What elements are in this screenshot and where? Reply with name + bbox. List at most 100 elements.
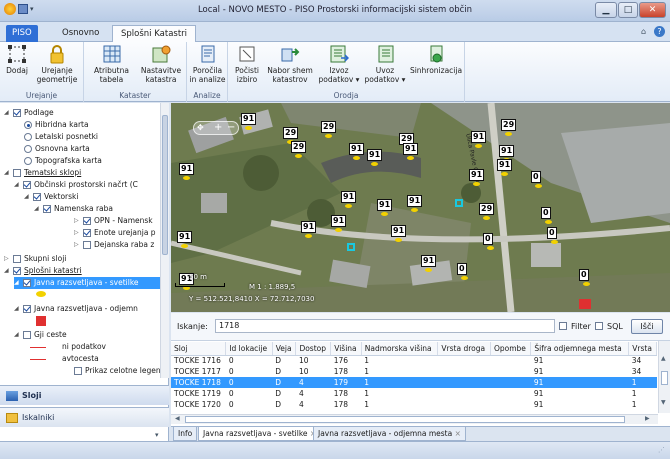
checkbox[interactable] (23, 305, 31, 313)
grid-horizontal-scrollbar[interactable]: ◀ ▶ (171, 414, 658, 424)
lamp-point[interactable] (411, 208, 418, 212)
expand-icon[interactable]: ◢ (4, 107, 11, 119)
layer-tematski[interactable]: ◢ Tematski sklopi (4, 167, 81, 179)
porocila-button[interactable]: Poročila in analize (188, 44, 227, 84)
ribbon-minimize-icon[interactable]: ⌂ (641, 27, 646, 36)
checkbox[interactable] (83, 241, 91, 249)
sinhronizacija-button[interactable]: Sinhronizacija (409, 44, 463, 75)
layer-opn[interactable]: ▷ OPN - Namensk (74, 215, 153, 227)
lamp-point[interactable] (501, 172, 508, 176)
tab-svetilke[interactable]: Javna razsvetljava - svetilke × (198, 427, 322, 441)
lamp-point[interactable] (325, 134, 332, 138)
layer-svetilke[interactable]: ◢ Javna razsvetljava - svetilke (14, 277, 160, 289)
izvoz-podatkov-button[interactable]: Izvoz podatkov ▾ (318, 44, 360, 84)
layer-enote[interactable]: ▷ Enote urejanja p (74, 227, 156, 239)
column-header[interactable]: Opombe (490, 342, 532, 356)
radio[interactable] (24, 157, 32, 165)
layer-hibridna[interactable]: Hibridna karta (24, 119, 89, 131)
lamp-point[interactable] (353, 156, 360, 160)
checkbox[interactable] (83, 229, 91, 237)
column-header[interactable]: Vrsta droga (437, 342, 491, 356)
layer-tree-scrollbar[interactable] (160, 103, 169, 378)
layer-gji[interactable]: ◢ Gji ceste (14, 329, 67, 341)
expand-icon[interactable]: ◢ (14, 179, 21, 191)
checkbox[interactable] (23, 279, 31, 287)
column-header[interactable]: Šifra odjemnega mesta (530, 342, 630, 356)
expand-icon[interactable]: ◢ (34, 203, 41, 215)
layer-podlage[interactable]: ◢ Podlage (4, 107, 54, 119)
column-header[interactable]: Id lokacije (225, 342, 273, 356)
checkbox[interactable] (74, 367, 82, 375)
column-header[interactable]: Sloj (171, 342, 227, 356)
tab-osnovno[interactable]: Osnovno (54, 25, 107, 42)
lamp-point[interactable] (425, 268, 432, 272)
tab-odjemna-mesta[interactable]: Javna razsvetljava - odjemna mesta × (313, 427, 466, 441)
lamp-point[interactable] (395, 238, 402, 242)
checkbox[interactable] (13, 109, 21, 117)
expand-icon[interactable]: ◢ (14, 277, 21, 289)
layer-topografska[interactable]: Topografska karta (24, 155, 102, 167)
atributna-tabela-button[interactable]: Atributna tabela (89, 44, 134, 84)
lamp-point[interactable] (545, 220, 552, 224)
column-header[interactable]: Vrsta (628, 342, 657, 356)
search-input[interactable]: 1718 (215, 319, 555, 333)
selected-point-marker-2[interactable] (347, 243, 355, 251)
urejanje-geometrije-button[interactable]: Urejanje geometrije (34, 44, 80, 84)
radio[interactable] (24, 121, 32, 129)
expand-icon[interactable]: ◢ (14, 303, 21, 315)
expand-icon[interactable]: ◢ (4, 167, 11, 179)
checkbox[interactable] (13, 267, 21, 275)
minimize-button[interactable]: ▁ (595, 2, 617, 18)
uvoz-podatkov-button[interactable]: Uvoz podatkov ▾ (364, 44, 406, 84)
checkbox[interactable] (13, 169, 21, 177)
isci-button[interactable]: Išči (631, 319, 663, 334)
lamp-point[interactable] (505, 132, 512, 136)
expand-icon[interactable]: ▷ (74, 239, 81, 251)
grid-vertical-scrollbar[interactable]: ▲ ▼ (658, 341, 670, 413)
pocisti-izbiro-button[interactable]: Počisti izbiro (232, 44, 262, 84)
checkbox[interactable] (33, 193, 41, 201)
table-row[interactable]: TOCKE 1717 0 D 10 178 1 91 34 (171, 366, 657, 377)
zoom-in-icon[interactable]: + (214, 122, 222, 133)
lamp-point[interactable] (461, 276, 468, 280)
tab-splosni-katastri[interactable]: Splošni Katastri (112, 25, 197, 43)
lamp-point[interactable] (475, 144, 482, 148)
checkbox[interactable] (23, 331, 31, 339)
pan-icon[interactable]: ✥ (197, 123, 204, 132)
column-header[interactable]: Dostop (295, 342, 332, 356)
close-button[interactable]: ✕ (639, 2, 666, 18)
layer-osnovna[interactable]: Osnovna karta (24, 143, 90, 155)
checkbox[interactable] (83, 217, 91, 225)
close-tab-icon[interactable]: × (455, 429, 461, 438)
tab-piso[interactable]: PISO (6, 25, 38, 42)
layer-namenska[interactable]: ◢ Namenska raba (34, 203, 113, 215)
checkbox[interactable] (13, 255, 21, 263)
layer-dejanska[interactable]: ▷ Dejanska raba z (74, 239, 154, 251)
sql-checkbox[interactable] (595, 322, 603, 330)
column-header[interactable]: Višina (330, 342, 362, 356)
filter-checkbox[interactable] (559, 322, 567, 330)
table-row[interactable]: TOCKE 1719 0 D 4 178 1 91 1 (171, 388, 657, 399)
map-nav-control[interactable]: ✥ + − (193, 121, 239, 135)
lamp-point[interactable] (345, 204, 352, 208)
tab-info[interactable]: Info (173, 427, 198, 441)
layer-skupni[interactable]: ▷ Skupni sloji (4, 253, 66, 265)
layer-odjemna[interactable]: ◢ Javna razsvetljava - odjemn (14, 303, 138, 315)
layer-obcinski[interactable]: ◢ Občinski prostorski načrt (C (14, 179, 138, 191)
lamp-point[interactable] (335, 228, 342, 232)
lamp-point[interactable] (183, 176, 190, 180)
expand-icon[interactable]: ◢ (14, 329, 21, 341)
checkbox[interactable] (43, 205, 51, 213)
prikaz-celotne-legende[interactable]: Prikaz celotne legende (74, 365, 160, 377)
column-header[interactable]: Veja (272, 342, 297, 356)
lamp-point[interactable] (181, 244, 188, 248)
nastavitve-katastra-button[interactable]: Nastavitve katastra (138, 44, 184, 84)
attribute-grid[interactable]: Sloj Id lokacije Veja Dostop Višina Nadmorska… (171, 341, 670, 426)
lamp-point[interactable] (381, 212, 388, 216)
expand-icon[interactable]: ▷ (74, 227, 81, 239)
help-icon[interactable]: ? (654, 26, 665, 37)
scroll-right-icon[interactable]: ▶ (645, 415, 650, 422)
layer-splosni[interactable]: ◢ Splošni katastri (4, 265, 82, 277)
checkbox[interactable] (23, 181, 31, 189)
scroll-left-icon[interactable]: ◀ (175, 415, 180, 422)
